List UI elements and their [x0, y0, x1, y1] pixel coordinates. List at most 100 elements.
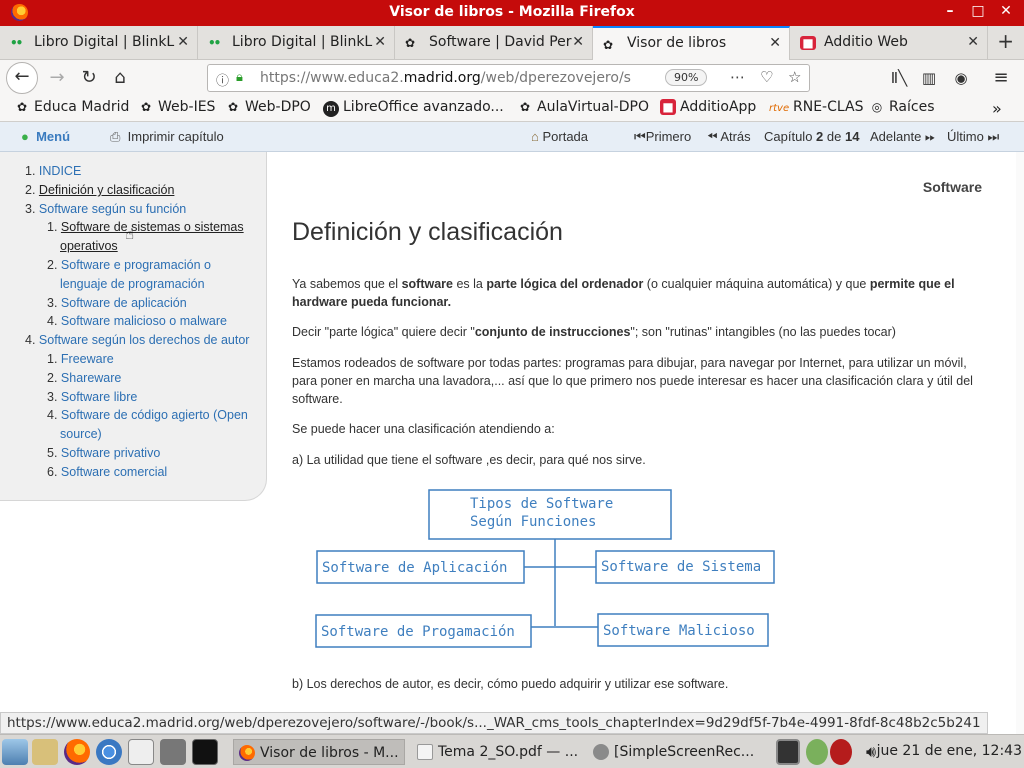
printer-icon: ⎙	[110, 129, 121, 144]
account-icon[interactable]: ◉	[946, 64, 976, 92]
tab-additio-web[interactable]: ■ Additio Web ✕	[790, 26, 988, 60]
last-icon: ⏭︎	[987, 129, 1000, 144]
first-chapter-button[interactable]: ⏮︎Primero	[634, 129, 691, 145]
record-icon[interactable]	[830, 739, 852, 765]
tab-label: Additio Web	[824, 34, 908, 50]
print-chapter-button[interactable]: ⎙ Imprimir capítulo	[110, 129, 224, 145]
tab-software-david[interactable]: ✿ Software | David Per ✕	[395, 26, 593, 60]
bookmark-raices[interactable]: ◎ Raíces	[869, 99, 935, 115]
close-tab-icon[interactable]: ✕	[769, 28, 781, 58]
diagram-label-programacion: Software de Progamación	[321, 624, 515, 640]
toc-item-open-source-line2[interactable]: source)	[60, 425, 102, 444]
minimize-icon[interactable]: –	[940, 3, 960, 23]
screenshot-icon[interactable]	[160, 739, 186, 765]
tab-label: Libro Digital | BlinkL	[34, 34, 175, 50]
home-cover-button[interactable]: ⌂ Portada	[531, 129, 588, 144]
bookmark-aulavirtual[interactable]: ✿ AulaVirtual-DPO	[517, 99, 649, 115]
bookmark-educa-madrid[interactable]: ✿ Educa Madrid	[14, 99, 129, 115]
diagram-label-sistema: Software de Sistema	[601, 559, 761, 575]
info-icon[interactable]: ⓘ	[216, 70, 229, 89]
bookmark-web-dpo[interactable]: ✿ Web-DPO	[225, 99, 311, 115]
forward-arrow-icon[interactable]: →	[42, 64, 72, 92]
close-tab-icon[interactable]: ✕	[374, 26, 386, 59]
toc-item-freeware[interactable]: 1. Freeware	[47, 350, 114, 369]
toc-item-comercial[interactable]: 6. Software comercial	[47, 463, 167, 482]
pocket-icon[interactable]: ♡	[760, 68, 773, 86]
toc-item-software-libre[interactable]: 3. Software libre	[47, 388, 137, 407]
table-of-contents: 1. INDICE 2. Definición y clasificación …	[0, 152, 267, 501]
toc-item-sistemas-line2[interactable]: operativos	[60, 237, 118, 256]
taskbar-clock: jue 21 de ene, 12:43	[876, 743, 1022, 759]
toc-item-segun-funcion[interactable]: 3. Software según su función	[25, 200, 186, 219]
tab-libro-digital-2[interactable]: •• Libro Digital | BlinkL ✕	[198, 26, 395, 60]
toc-item-definicion[interactable]: 2. Definición y clasificación	[25, 181, 174, 200]
toc-item-derechos-autor[interactable]: 4. Software según los derechos de autor	[25, 331, 249, 350]
next-chapter-button[interactable]: Adelante ⏩︎	[870, 129, 935, 145]
system-tray-icon[interactable]	[776, 739, 800, 765]
close-window-icon[interactable]: ✕	[996, 3, 1016, 23]
toc-item-privativo[interactable]: 5. Software privativo	[47, 444, 160, 463]
fast-forward-icon: ⏩︎	[924, 129, 936, 144]
taskbar-window-firefox[interactable]: Visor de libros - M...	[233, 739, 405, 765]
library-icon[interactable]: Ⅱ╲	[884, 64, 914, 92]
first-icon: ⏮︎	[634, 129, 646, 144]
chromium-launcher-icon[interactable]	[96, 739, 122, 765]
page-actions-icon[interactable]: ⋯	[730, 68, 745, 86]
bookmark-star-icon[interactable]: ☆	[788, 68, 801, 86]
back-arrow-icon[interactable]: ←	[6, 62, 38, 94]
bookmark-rne-clas[interactable]: rtve RNE-CLAS	[769, 99, 863, 117]
toc-item-open-source[interactable]: 4. Software de código agierto (Open	[47, 406, 248, 425]
hamburger-menu-icon[interactable]: ≡	[986, 64, 1016, 92]
toc-item-programacion[interactable]: 2. Software e programación o	[47, 256, 211, 275]
toc-item-programacion-line2[interactable]: lenguaje de programación	[60, 275, 205, 294]
new-tab-icon[interactable]: +	[997, 29, 1014, 53]
taskbar-window-pdf[interactable]: Tema 2_SO.pdf — ...	[412, 739, 580, 765]
notes-icon[interactable]	[128, 739, 154, 765]
tab-label: Software | David Per	[429, 34, 572, 50]
toc-item-indice[interactable]: 1. INDICE	[25, 162, 81, 181]
diagram-root-line2: Según Funciones	[470, 514, 596, 530]
page-scrollbar[interactable]	[1016, 152, 1024, 734]
paragraph-6: b) Los derechos de autor, es decir, cómo…	[292, 677, 729, 691]
bookmarks-toolbar: ✿ Educa Madrid ✿ Web-IES ✿ Web-DPO m LibreOf…	[0, 96, 1024, 122]
sidebar-icon[interactable]: ▥	[914, 64, 944, 92]
diagram-label-aplicacion: Software de Aplicación	[322, 560, 507, 576]
navigation-toolbar: ← → ↻ ⌂ ⓘ 🔒︎ https://www.educa2.madrid.o…	[0, 60, 1024, 96]
last-chapter-button[interactable]: Último ⏭︎	[947, 129, 999, 145]
close-tab-icon[interactable]: ✕	[572, 26, 584, 59]
firefox-icon	[239, 745, 255, 761]
menu-button[interactable]: ● Menú	[21, 129, 70, 144]
document-icon	[417, 744, 433, 760]
toc-item-shareware[interactable]: 2. Shareware	[47, 369, 121, 388]
close-tab-icon[interactable]: ✕	[177, 26, 189, 59]
dots-icon: ••	[10, 36, 23, 50]
maximize-icon[interactable]: □	[968, 3, 988, 23]
tab-libro-digital-1[interactable]: •• Libro Digital | BlinkL ✕	[0, 26, 198, 60]
app-menu-icon[interactable]	[2, 739, 28, 765]
firefox-launcher-icon[interactable]	[64, 739, 90, 765]
url-text[interactable]: https://www.educa2.madrid.org/web/dperez…	[260, 70, 660, 86]
dots-icon: ••	[208, 36, 221, 50]
bookmark-libreoffice[interactable]: m LibreOffice avanzado...	[323, 99, 504, 117]
previous-chapter-button[interactable]: ⏪︎ Atrás	[707, 129, 751, 145]
zoom-level[interactable]: 90%	[665, 69, 708, 86]
home-icon[interactable]: ⌂	[105, 64, 135, 92]
bookmark-additioapp[interactable]: ■ AdditioApp	[660, 99, 756, 115]
tab-visor-de-libros[interactable]: ✿ Visor de libros ✕	[593, 26, 790, 60]
lock-icon[interactable]: 🔒︎	[236, 70, 243, 85]
taskbar-window-screenrecorder[interactable]: [SimpleScreenRec...	[588, 739, 766, 765]
text-editor-icon[interactable]	[32, 739, 58, 765]
network-icon[interactable]	[806, 739, 828, 765]
paragraph-1: Ya sabemos que el software es la parte l…	[292, 277, 955, 309]
reload-icon[interactable]: ↻	[74, 64, 104, 92]
toc-item-aplicacion[interactable]: 3. Software de aplicación	[47, 294, 187, 313]
toc-item-sistemas[interactable]: 1. Software de sistemas o sistemas	[47, 218, 244, 237]
url-bar[interactable]: ⓘ 🔒︎ https://www.educa2.madrid.org/web/d…	[207, 64, 810, 92]
close-tab-icon[interactable]: ✕	[967, 26, 979, 59]
diagram-root-line1: Tipos de Software	[470, 496, 613, 512]
bookmark-web-ies[interactable]: ✿ Web-IES	[138, 99, 215, 115]
rtve-icon: rtve	[769, 103, 790, 114]
toc-item-malicioso[interactable]: 4. Software malicioso o malware	[47, 312, 227, 331]
terminal-icon[interactable]	[192, 739, 218, 765]
more-bookmarks-chevron-icon[interactable]: »	[992, 99, 1002, 118]
